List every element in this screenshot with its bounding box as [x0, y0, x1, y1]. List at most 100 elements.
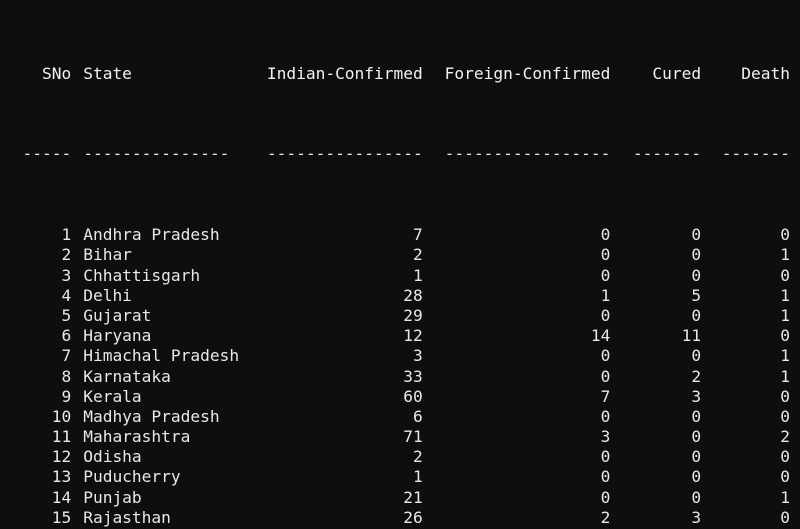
- cell-sno: 14: [51, 487, 72, 507]
- cell-state: Bihar: [83, 245, 132, 265]
- cell-cured: 2: [691, 366, 702, 386]
- table-row: 11 Maharashtra 71 3 0 2: [10, 427, 790, 447]
- cell-death: 0: [780, 326, 790, 346]
- cell-foreign-confirmed: 1: [600, 285, 611, 305]
- cell-death: 0: [780, 507, 790, 527]
- cell-death: 0: [780, 406, 790, 426]
- table-body: 1 Andhra Pradesh 7 0 0 0 2 Bihar 2 0 0 1 3 Chhattisga…: [10, 225, 790, 529]
- cell-foreign-confirmed: 0: [600, 487, 611, 507]
- cell-indian-confirmed: 3: [413, 346, 423, 366]
- cell-death: 0: [780, 386, 790, 406]
- cell-death: 0: [780, 265, 790, 285]
- cell-state: Haryana: [83, 326, 152, 346]
- cell-cured: 0: [691, 305, 702, 325]
- cell-foreign-confirmed: 0: [600, 346, 611, 366]
- cell-death: 1: [780, 245, 790, 265]
- cell-indian-confirmed: 1: [413, 467, 423, 487]
- table-row: 10 Madhya Pradesh 6 0 0 0: [10, 407, 790, 427]
- terminal-window: SNo State Indian-Confirmed Foreign-Confi…: [0, 0, 800, 529]
- cell-foreign-confirmed: 0: [600, 265, 611, 285]
- cell-indian-confirmed: 26: [403, 507, 423, 527]
- cell-indian-confirmed: 2: [413, 447, 423, 467]
- table-row: 4 Delhi 28 1 5 1: [10, 286, 790, 306]
- cell-foreign-confirmed: 0: [600, 305, 611, 325]
- cell-foreign-confirmed: 7: [600, 386, 611, 406]
- table-header-row: SNo State Indian-Confirmed Foreign-Confi…: [10, 64, 790, 84]
- table-row: 14 Punjab 21 0 0 1: [10, 488, 790, 508]
- cell-indian-confirmed: 21: [403, 487, 423, 507]
- table-separator-row: ----- --------------- ---------------- -…: [10, 144, 790, 164]
- cell-cured: 0: [691, 245, 702, 265]
- cell-foreign-confirmed: 0: [600, 447, 611, 467]
- cell-cured: 0: [691, 265, 702, 285]
- cell-cured: 3: [691, 386, 702, 406]
- cell-state: Madhya Pradesh: [83, 406, 220, 426]
- table-row: 1 Andhra Pradesh 7 0 0 0: [10, 225, 790, 245]
- cell-foreign-confirmed: 2: [600, 507, 611, 527]
- cell-indian-confirmed: 6: [413, 406, 423, 426]
- separator-death: -------: [721, 144, 790, 164]
- cell-indian-confirmed: 7: [413, 225, 423, 245]
- cell-sno: 15: [51, 507, 72, 527]
- cell-state: Karnataka: [83, 366, 171, 386]
- cell-foreign-confirmed: 3: [600, 427, 611, 447]
- separator-foreign-confirmed: -----------------: [444, 144, 611, 164]
- cell-indian-confirmed: 60: [403, 386, 423, 406]
- cell-state: Chhattisgarh: [83, 265, 201, 285]
- cell-sno: 3: [61, 265, 72, 285]
- cell-sno: 12: [51, 447, 72, 467]
- cell-state: Delhi: [83, 285, 132, 305]
- cell-cured: 0: [691, 427, 702, 447]
- cell-indian-confirmed: 29: [403, 305, 423, 325]
- column-header-death: Death: [741, 63, 790, 83]
- cell-death: 1: [780, 305, 790, 325]
- cell-cured: 0: [691, 467, 702, 487]
- cell-state: Andhra Pradesh: [83, 225, 220, 245]
- cell-foreign-confirmed: 0: [600, 467, 611, 487]
- cell-state: Kerala: [83, 386, 142, 406]
- cell-cured: 0: [691, 225, 702, 245]
- cell-sno: 10: [51, 406, 72, 426]
- cell-cured: 3: [691, 507, 702, 527]
- cell-death: 1: [780, 366, 790, 386]
- table-row: 8 Karnataka 33 0 2 1: [10, 367, 790, 387]
- cell-indian-confirmed: 28: [403, 285, 423, 305]
- cell-foreign-confirmed: 0: [600, 366, 611, 386]
- cell-foreign-confirmed: 0: [600, 406, 611, 426]
- separator-indian-confirmed: ----------------: [266, 144, 423, 164]
- cell-sno: 11: [51, 427, 72, 447]
- table-row: 12 Odisha 2 0 0 0: [10, 447, 790, 467]
- cell-indian-confirmed: 71: [403, 427, 423, 447]
- table-row: 3 Chhattisgarh 1 0 0 0: [10, 266, 790, 286]
- cell-indian-confirmed: 1: [413, 265, 423, 285]
- cell-cured: 5: [691, 285, 702, 305]
- table-row: 9 Kerala 60 7 3 0: [10, 387, 790, 407]
- cell-sno: 9: [61, 386, 72, 406]
- column-header-foreign-confirmed: Foreign-Confirmed: [444, 63, 611, 83]
- cell-sno: 7: [61, 346, 72, 366]
- cell-state: Gujarat: [83, 305, 152, 325]
- cell-sno: 1: [61, 225, 72, 245]
- separator-cured: -------: [632, 144, 702, 164]
- cell-cured: 11: [681, 326, 702, 346]
- cell-state: Himachal Pradesh: [83, 346, 240, 366]
- cell-foreign-confirmed: 14: [590, 326, 611, 346]
- table-row: 5 Gujarat 29 0 0 1: [10, 306, 790, 326]
- cell-death: 1: [780, 346, 790, 366]
- column-header-cured: Cured: [652, 63, 702, 83]
- cell-death: 1: [780, 285, 790, 305]
- cell-cured: 0: [691, 406, 702, 426]
- table-row: 15 Rajasthan 26 2 3 0: [10, 508, 790, 528]
- cell-cured: 0: [691, 447, 702, 467]
- cell-death: 0: [780, 467, 790, 487]
- cell-sno: 5: [61, 305, 72, 325]
- cell-cured: 0: [691, 346, 702, 366]
- dataframe-output: SNo State Indian-Confirmed Foreign-Confi…: [10, 3, 790, 529]
- cell-cured: 0: [691, 487, 702, 507]
- cell-indian-confirmed: 33: [403, 366, 423, 386]
- table-row: 13 Puducherry 1 0 0 0: [10, 467, 790, 487]
- separator-sno: -----: [22, 144, 72, 164]
- cell-indian-confirmed: 12: [403, 326, 423, 346]
- table-row: 2 Bihar 2 0 0 1: [10, 245, 790, 265]
- column-header-state: State: [83, 63, 132, 83]
